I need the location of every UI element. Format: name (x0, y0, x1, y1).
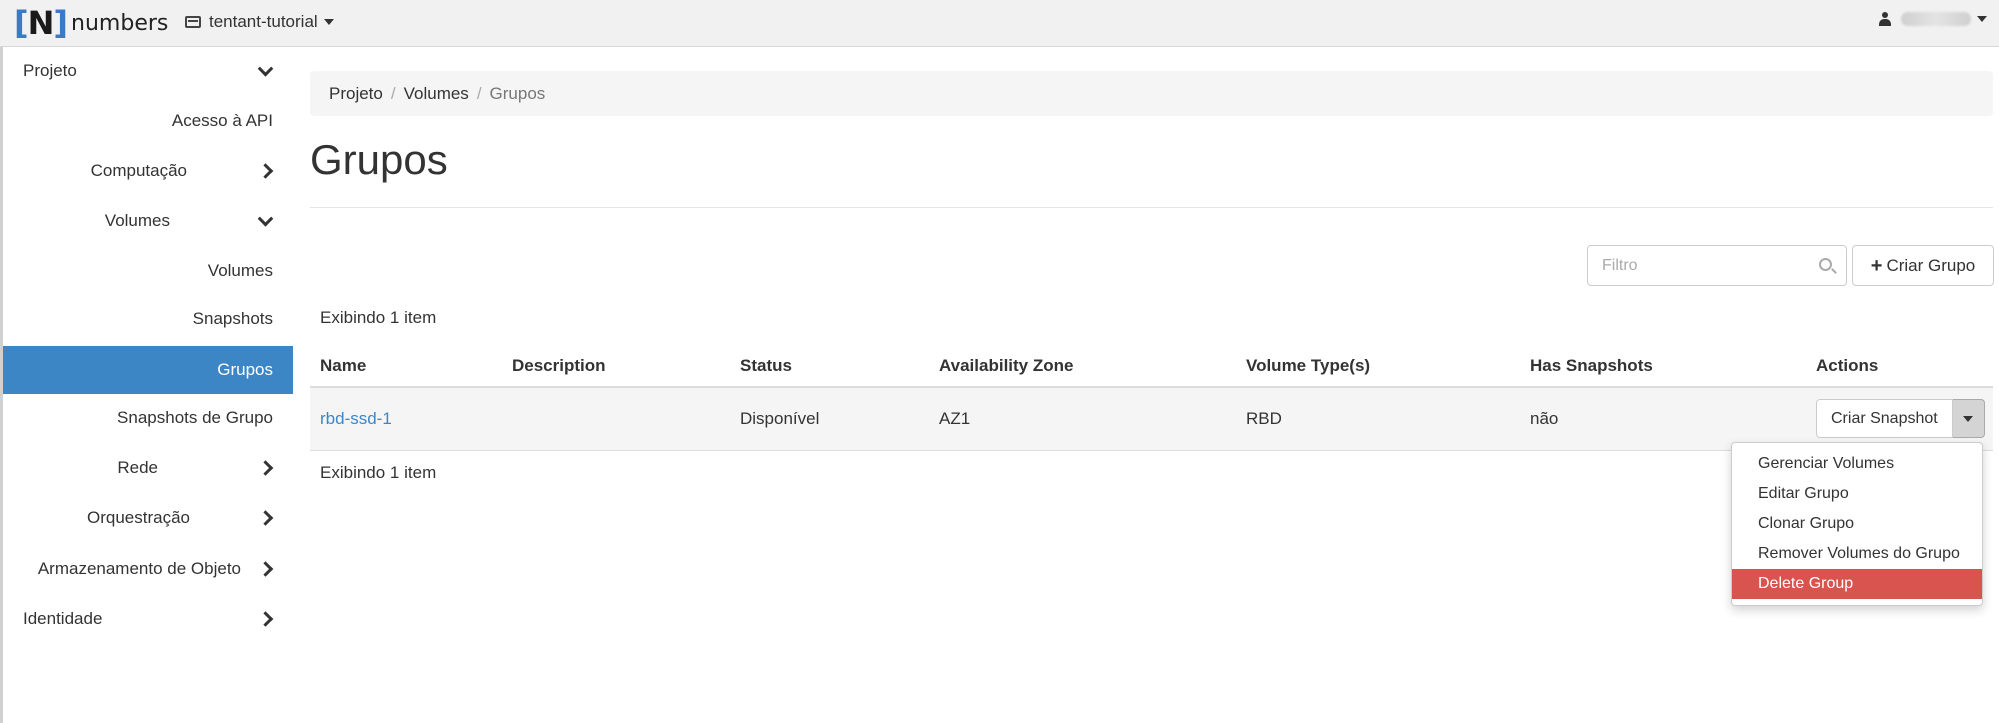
sidebar-item-computacao[interactable]: Computação (3, 147, 293, 195)
sidebar-item-orquestracao[interactable]: Orquestração (3, 494, 293, 542)
chevron-right-icon (257, 163, 274, 179)
sidebar-item-label: Orquestração (87, 508, 190, 527)
breadcrumb-volumes[interactable]: Volumes (404, 84, 469, 104)
chevron-right-icon (257, 611, 274, 627)
caret-down-icon (1963, 415, 1974, 422)
row-actions-menu: Gerenciar Volumes Editar Grupo Clonar Gr… (1731, 442, 1983, 606)
cell-has-snapshots: não (1520, 387, 1806, 451)
title-divider (310, 207, 1993, 208)
cell-actions: Criar Snapshot (1806, 387, 1993, 451)
sidebar-item-projeto[interactable]: Projeto (3, 47, 293, 95)
chevron-down-icon (257, 61, 274, 77)
column-header-actions: Actions (1806, 345, 1993, 388)
sidebar-item-label: Volumes (207, 261, 273, 280)
sidebar-item-grupos[interactable]: Grupos (3, 346, 293, 394)
user-name-redacted (1901, 12, 1971, 26)
cell-description (502, 387, 730, 451)
sidebar-item-label: Grupos (217, 360, 273, 379)
caret-down-icon (1977, 16, 1987, 22)
sidebar-item-armazenamento[interactable]: Armazenamento de Objeto (3, 545, 293, 593)
column-header-volume-types[interactable]: Volume Type(s) (1236, 345, 1520, 388)
sidebar-item-volumes-group[interactable]: Volumes (3, 197, 293, 245)
column-header-availability-zone[interactable]: Availability Zone (929, 345, 1236, 388)
breadcrumb: Projeto / Volumes / Grupos (310, 71, 1993, 116)
cell-availability-zone: AZ1 (929, 387, 1236, 451)
user-icon (1879, 12, 1891, 26)
sidebar-item-acesso-api[interactable]: Acesso à API (3, 97, 293, 145)
filter-input[interactable] (1588, 246, 1798, 285)
brand-logo[interactable]: [N] numbers (14, 4, 169, 42)
chevron-down-icon (257, 211, 274, 227)
menu-item-delete-group[interactable]: Delete Group (1732, 569, 1982, 599)
create-group-button[interactable]: + Criar Grupo (1852, 245, 1994, 286)
user-menu[interactable] (1879, 12, 1987, 26)
brand-text: numbers (71, 10, 169, 36)
sidebar-item-label: Identidade (23, 609, 103, 628)
project-switcher[interactable]: tentant-tutorial (185, 12, 334, 32)
sidebar-item-label: Volumes (104, 211, 170, 230)
search-icon[interactable] (1819, 258, 1832, 271)
top-navbar: [N] numbers tentant-tutorial (0, 0, 1999, 47)
column-header-has-snapshots[interactable]: Has Snapshots (1520, 345, 1806, 388)
plus-icon: + (1870, 254, 1883, 277)
menu-item-gerenciar-volumes[interactable]: Gerenciar Volumes (1732, 449, 1982, 479)
item-count-top: Exibindo 1 item (320, 308, 437, 327)
group-name-link[interactable]: rbd-ssd-1 (320, 409, 392, 428)
sidebar-item-snapshots[interactable]: Snapshots (3, 295, 293, 343)
breadcrumb-separator: / (476, 83, 482, 103)
sidebar-item-rede[interactable]: Rede (3, 444, 293, 492)
chevron-right-icon (257, 460, 274, 476)
breadcrumb-grupos: Grupos (489, 83, 546, 103)
cell-status: Disponível (730, 387, 929, 451)
filter-box (1587, 245, 1847, 286)
column-header-description[interactable]: Description (502, 345, 730, 388)
chevron-right-icon (257, 561, 274, 577)
create-group-label: Criar Grupo (1886, 255, 1976, 275)
menu-item-clonar-grupo[interactable]: Clonar Grupo (1732, 509, 1982, 539)
table-row: rbd-ssd-1 Disponível AZ1 RBD não Criar S… (310, 387, 1993, 451)
table-header-row: Name Description Status Availability Zon… (310, 345, 1993, 388)
sidebar-item-label: Armazenamento de Objeto (37, 559, 241, 578)
row-actions: Criar Snapshot (1816, 399, 1985, 439)
breadcrumb-projeto[interactable]: Projeto (329, 84, 383, 104)
create-snapshot-button[interactable]: Criar Snapshot (1816, 399, 1953, 439)
breadcrumb-separator: / (390, 83, 396, 103)
brand-mark: [N] (14, 4, 68, 42)
caret-down-icon (323, 19, 334, 25)
cell-volume-types: RBD (1236, 387, 1520, 451)
project-icon (185, 16, 201, 28)
project-name: tentant-tutorial (209, 12, 318, 31)
sidebar-item-label: Computação (90, 161, 187, 180)
cell-name: rbd-ssd-1 (310, 387, 502, 451)
sidebar-item-label: Projeto (23, 61, 77, 80)
sidebar-item-label: Snapshots (192, 309, 273, 328)
chevron-right-icon (257, 510, 274, 526)
column-header-status[interactable]: Status (730, 345, 929, 388)
sidebar: Projeto Acesso à API Computação Volumes … (0, 47, 293, 723)
sidebar-item-volumes[interactable]: Volumes (3, 247, 293, 295)
sidebar-item-label: Rede (117, 458, 158, 477)
menu-item-remover-volumes[interactable]: Remover Volumes do Grupo (1732, 539, 1982, 569)
groups-table: Name Description Status Availability Zon… (310, 345, 1993, 451)
page-title: Grupos (310, 136, 448, 183)
column-header-name[interactable]: Name (310, 345, 502, 388)
item-count-bottom: Exibindo 1 item (320, 463, 437, 482)
sidebar-item-snapshots-de-grupo[interactable]: Snapshots de Grupo (3, 394, 293, 442)
sidebar-item-label: Acesso à API (171, 111, 273, 130)
sidebar-item-identidade[interactable]: Identidade (3, 595, 293, 643)
menu-item-editar-grupo[interactable]: Editar Grupo (1732, 479, 1982, 509)
sidebar-item-label: Snapshots de Grupo (117, 408, 273, 427)
actions-dropdown-toggle[interactable] (1952, 399, 1985, 439)
